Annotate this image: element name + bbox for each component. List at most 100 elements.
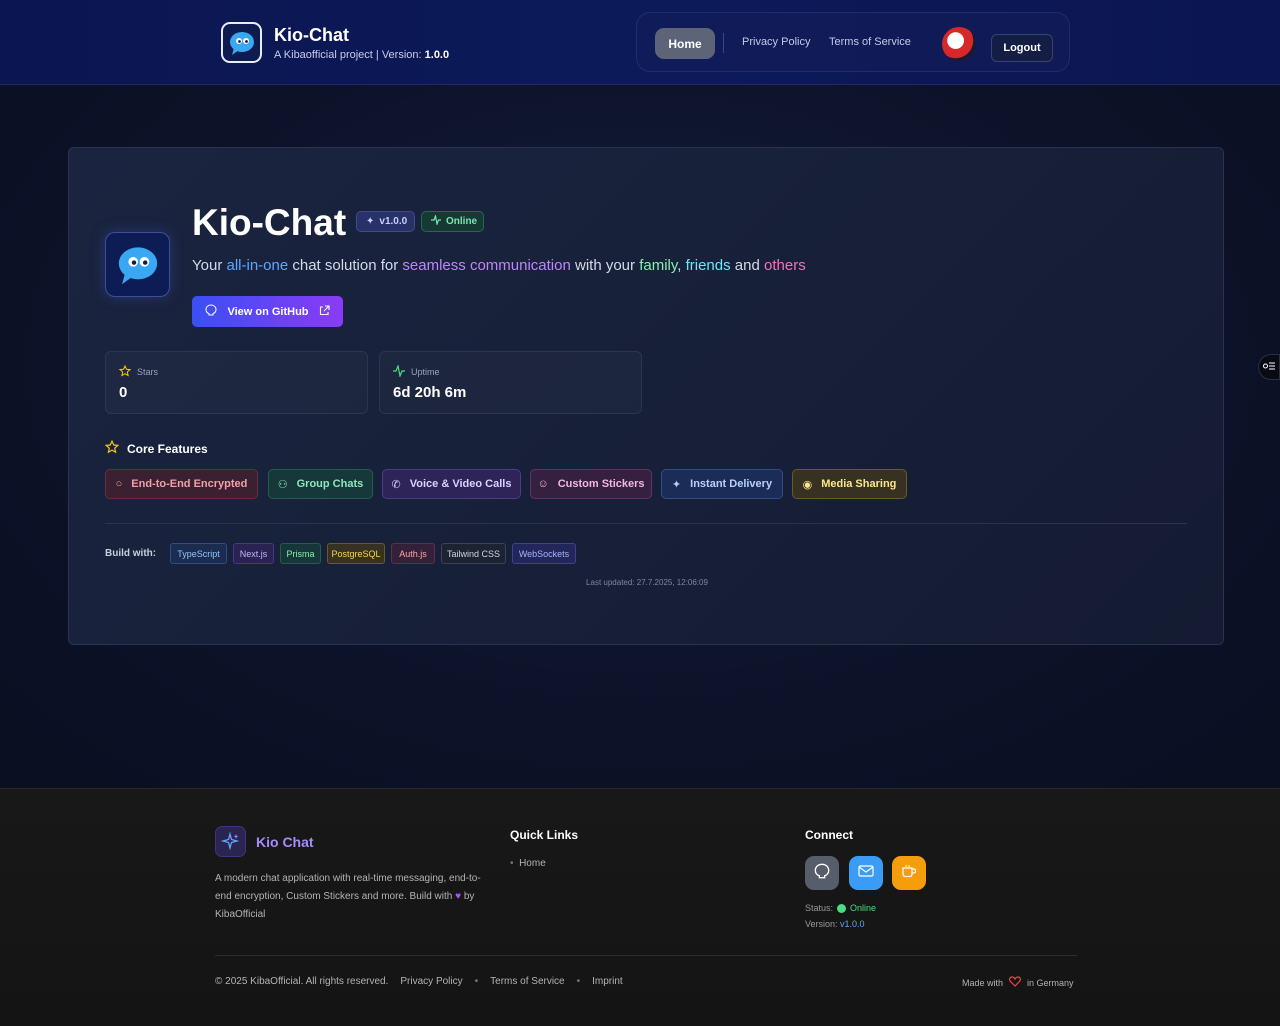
zap-icon: ✦ <box>671 478 682 491</box>
tech-tag: TypeScript <box>170 543 227 564</box>
footer-brand-name: Kio Chat <box>256 833 314 850</box>
status-value: Online <box>850 903 877 913</box>
tagline-highlight: others <box>764 257 806 274</box>
footer-description: A modern chat application with real-time… <box>215 870 490 924</box>
subtitle-text: A Kibaofficial project | Version: <box>274 49 425 61</box>
list-toggle-icon <box>1263 358 1275 376</box>
tagline-highlight: friends <box>685 257 731 274</box>
made-with-prefix: Made with <box>962 977 1004 988</box>
copyright-text: © 2025 KibaOfficial. All rights reserved… <box>215 976 389 987</box>
chat-bubble-logo-icon <box>105 232 170 297</box>
star-icon <box>118 364 132 379</box>
bullet-icon: • <box>474 976 479 987</box>
brand[interactable]: Kio-Chat A Kibaofficial project | Versio… <box>221 22 449 63</box>
github-link-button[interactable] <box>805 856 839 890</box>
feature-label: Media Sharing <box>821 478 897 490</box>
build-with-label: Build with: <box>105 548 157 559</box>
tech-tag: WebSockets <box>512 543 576 564</box>
tech-tag: Auth.js <box>391 543 435 564</box>
nav-divider <box>723 33 724 53</box>
status-badge: Online <box>421 211 484 232</box>
footer-imprint-link[interactable]: Imprint <box>592 976 623 987</box>
status-badge-label: Online <box>446 216 478 227</box>
activity-icon <box>431 213 441 228</box>
hero-tagline: Your all-in-one chat solution for seamle… <box>192 257 806 274</box>
tagline-text: , <box>677 257 686 274</box>
user-avatar[interactable] <box>942 27 976 61</box>
feature-label: Instant Delivery <box>690 478 773 490</box>
quick-link-home[interactable]: • Home <box>510 858 546 869</box>
footer-description-text: A modern chat application with real-time… <box>215 873 481 902</box>
tagline-text: and <box>730 257 764 274</box>
smile-icon: ☺ <box>537 478 549 490</box>
github-icon <box>814 863 830 884</box>
feature-label: Voice & Video Calls <box>409 478 512 490</box>
tagline-text: Your <box>192 257 227 274</box>
footer-brand[interactable]: Kio Chat <box>215 826 314 857</box>
feature-chip-calls: ✆ Voice & Video Calls <box>382 469 521 499</box>
online-dot-icon <box>837 903 847 913</box>
logout-button[interactable]: Logout <box>991 34 1053 62</box>
made-with-suffix: in Germany <box>1027 977 1074 988</box>
bullet-icon: • <box>510 858 514 869</box>
sparkles-icon <box>215 826 246 857</box>
stat-value: 6d 20h 6m <box>393 384 467 401</box>
feature-chip-stickers: ☺ Custom Stickers <box>530 469 652 499</box>
nav-home-button[interactable]: Home <box>655 28 715 59</box>
heart-icon <box>1009 976 1021 989</box>
stat-value: 0 <box>119 384 128 401</box>
sparkle-icon: ✦ <box>366 216 375 227</box>
activity-icon <box>393 363 405 379</box>
view-on-github-button[interactable]: View on GitHub <box>192 296 343 327</box>
nav-privacy-link[interactable]: Privacy Policy <box>742 36 810 48</box>
tech-tag: Tailwind CSS <box>441 543 506 564</box>
tagline-text: with your <box>570 257 640 274</box>
footer-terms-link[interactable]: Terms of Service <box>490 976 564 987</box>
footer-status: Status: Online <box>805 903 876 913</box>
version-badge-label: v1.0.0 <box>379 216 408 227</box>
nav-bar: Home Privacy Policy Terms of Service Log… <box>636 12 1070 72</box>
nav-terms-link[interactable]: Terms of Service <box>829 36 911 48</box>
coffee-icon <box>901 864 917 883</box>
star-icon <box>104 439 120 457</box>
purple-heart-icon: ♥ <box>455 891 462 902</box>
footer-bottom-links: © 2025 KibaOfficial. All rights reserved… <box>215 976 623 987</box>
section-divider <box>105 523 1187 524</box>
email-link-button[interactable] <box>849 856 883 890</box>
feature-chip-group-chats: ⚇ Group Chats <box>268 469 373 499</box>
connect-heading: Connect <box>805 828 853 842</box>
mail-icon <box>858 864 874 882</box>
feature-label: End-to-End Encrypted <box>131 478 248 490</box>
stat-label: Stars <box>137 367 159 377</box>
footer-version: Version: v1.0.0 <box>805 919 865 929</box>
feature-chip-media: ◉ Media Sharing <box>792 469 907 499</box>
side-panel-toggle[interactable] <box>1258 354 1280 380</box>
footer-privacy-link[interactable]: Privacy Policy <box>400 976 462 987</box>
tagline-text: chat solution for <box>288 257 403 274</box>
external-link-icon <box>319 304 330 319</box>
coffee-link-button[interactable] <box>892 856 926 890</box>
camera-icon: ◉ <box>802 478 813 491</box>
made-with-text: Made with in Germany <box>962 976 1074 989</box>
version-text: 1.0.0 <box>424 49 450 61</box>
chat-bubble-logo-icon <box>221 22 262 63</box>
stat-card-stars: Stars 0 <box>105 351 368 414</box>
tech-tag: PostgreSQL <box>327 543 385 564</box>
app-title: Kio-Chat <box>274 25 349 45</box>
users-icon: ⚇ <box>277 478 288 491</box>
quick-links-heading: Quick Links <box>510 828 579 842</box>
github-button-label: View on GitHub <box>227 305 309 318</box>
quick-link-label: Home <box>519 858 546 869</box>
feature-chip-encrypted: ○ End-to-End Encrypted <box>105 469 258 499</box>
tech-tag: Next.js <box>233 543 274 564</box>
tech-tag: Prisma <box>280 543 321 564</box>
tagline-highlight: seamless communication <box>402 257 571 274</box>
app-subtitle: A Kibaofficial project | Version: 1.0.0 <box>274 49 449 61</box>
hero-title: Kio-Chat <box>192 202 347 243</box>
feature-label: Custom Stickers <box>557 478 645 490</box>
stat-card-uptime: Uptime 6d 20h 6m <box>379 351 642 414</box>
version-badge: ✦ v1.0.0 <box>356 211 415 232</box>
status-label: Status: <box>805 903 834 913</box>
footer-divider <box>215 955 1077 956</box>
last-updated-text: Last updated: 27.7.2025, 12:06:09 <box>586 578 708 587</box>
